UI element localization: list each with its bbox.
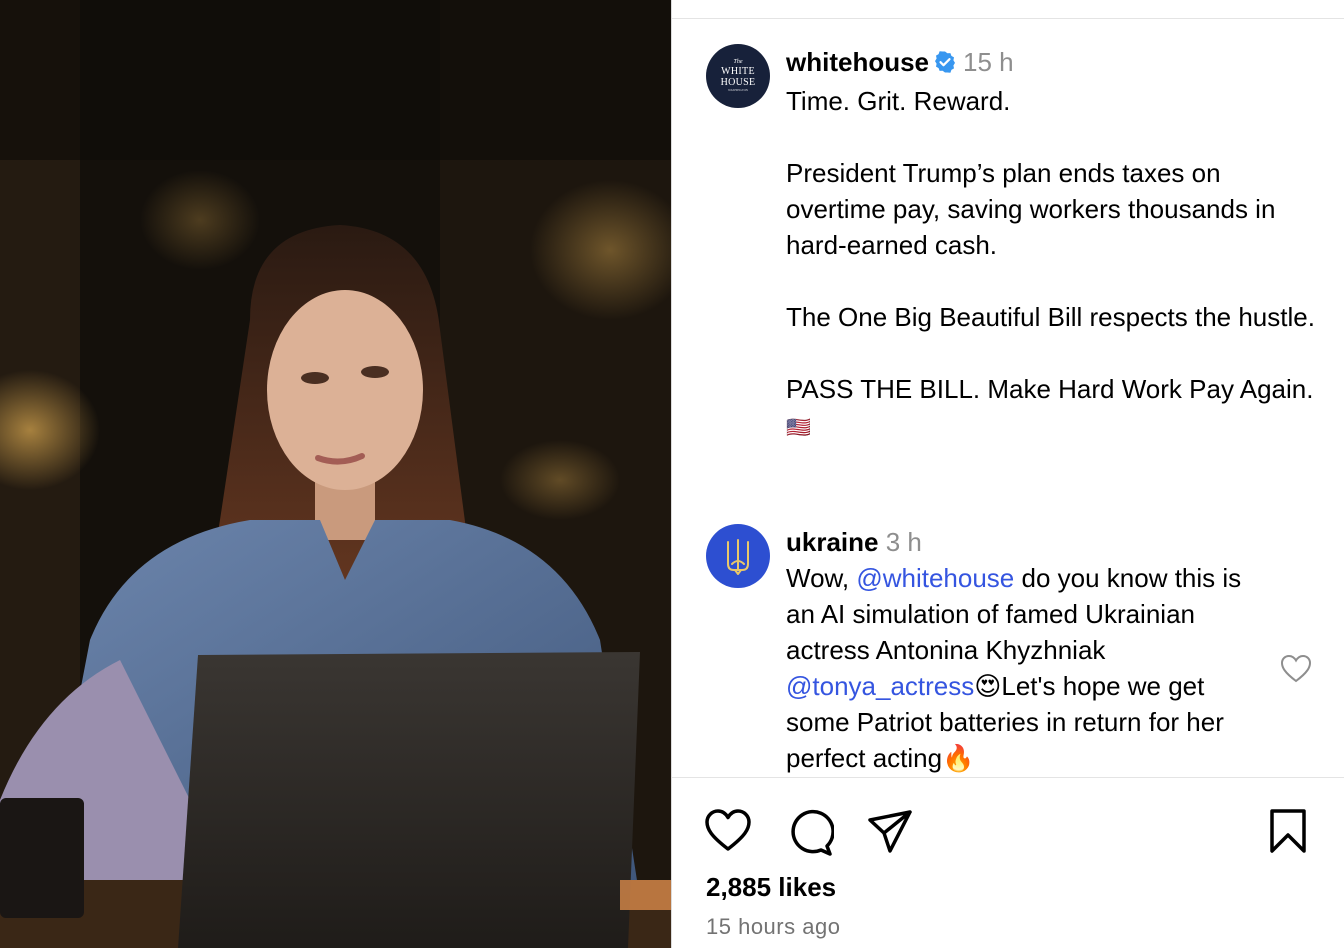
share-send-icon[interactable] <box>866 808 914 859</box>
whitehouse-logo: The WHITE HOUSE WASHINGTON <box>706 44 770 108</box>
post-media[interactable] <box>0 0 671 948</box>
likes-count[interactable]: 2,885 likes <box>706 872 836 903</box>
post-panel: The WHITE HOUSE WASHINGTON whitehouse 15 … <box>671 0 1344 948</box>
logo-line2: HOUSE <box>720 77 756 88</box>
media-image <box>0 0 671 948</box>
us-flag-icon: 🇺🇸 <box>786 417 811 439</box>
logo-the: The <box>733 59 743 65</box>
author-username[interactable]: whitehouse <box>786 47 929 77</box>
caption-para3: The One Big Beautiful Bill respects the … <box>786 302 1315 332</box>
comment-bubble-icon[interactable] <box>786 808 835 861</box>
comment-time[interactable]: 3 h <box>886 527 922 557</box>
verified-badge-icon <box>933 47 957 83</box>
post-time[interactable]: 15 h <box>963 47 1014 77</box>
comment-text-1: Wow, <box>786 563 857 593</box>
comment: ukraine 3 h Wow, @whitehouse do you know… <box>786 524 1266 776</box>
comments-scroll[interactable]: The WHITE HOUSE WASHINGTON whitehouse 15 … <box>672 19 1344 777</box>
caption-line1: Time. Grit. Reward. <box>786 86 1011 116</box>
trident-icon <box>727 539 749 575</box>
comment-like-heart-icon[interactable] <box>1280 654 1312 689</box>
post-actions: 2,885 likes 15 hours ago <box>672 778 1344 948</box>
mention-whitehouse[interactable]: @whitehouse <box>856 563 1014 593</box>
comment-username[interactable]: ukraine <box>786 527 879 557</box>
bookmark-icon[interactable] <box>1268 808 1308 859</box>
like-heart-icon[interactable] <box>704 808 752 859</box>
caption-para2: President Trump’s plan ends taxes on ove… <box>786 158 1283 260</box>
mention-tonya-actress[interactable]: @tonya_actress <box>786 671 974 701</box>
logo-sub: WASHINGTON <box>728 88 748 92</box>
ukraine-avatar[interactable] <box>706 524 770 588</box>
whitehouse-avatar[interactable]: The WHITE HOUSE WASHINGTON <box>706 44 770 108</box>
logo-line1: WHITE <box>721 66 755 77</box>
posted-time[interactable]: 15 hours ago <box>706 914 840 940</box>
post-caption: whitehouse 15 h Time. Grit. Reward. Presi… <box>786 44 1316 446</box>
caption-para4: PASS THE BILL. Make Hard Work Pay Again. <box>786 374 1314 404</box>
